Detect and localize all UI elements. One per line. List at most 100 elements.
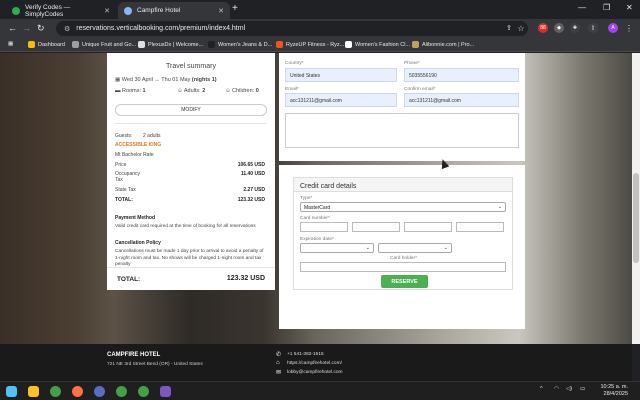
divider [115, 123, 267, 124]
extension-gray-icon[interactable]: ◆ [554, 23, 564, 33]
child-icon: ☺ [225, 88, 231, 94]
minimize-icon[interactable]: — [578, 3, 586, 12]
tab-verify-codes[interactable]: Verify Codes — SimplyCodes ✕ [6, 2, 116, 19]
tab-campfire-hotel[interactable]: Campfire Hotel ✕ [118, 2, 230, 19]
close-tab-icon[interactable]: ✕ [104, 7, 110, 15]
phone-input[interactable]: 5035556190 [404, 68, 519, 82]
profile-avatar[interactable]: A [608, 23, 618, 33]
footer-email[interactable]: ✉ lobby@campfirehotel.com [276, 369, 343, 376]
firefox-icon[interactable] [72, 386, 83, 397]
modify-button[interactable]: MODIFY [115, 104, 267, 116]
email-label: Email* [285, 87, 299, 92]
tax-label: Tax [115, 177, 123, 183]
card-number-part-4[interactable] [456, 222, 504, 232]
children-info: ☺ Children: 0 [225, 88, 259, 94]
expiration-month-select[interactable]: ⌄ [300, 243, 374, 253]
battery-icon[interactable]: ▭ [580, 386, 585, 392]
price-value: 106.65 USD [237, 162, 265, 168]
discord-icon[interactable] [94, 386, 105, 397]
bed-icon: ▬ [115, 88, 121, 94]
country-label: Country* [285, 61, 304, 66]
volume-icon[interactable]: ◁) [566, 386, 572, 392]
bookmark-womens-fashion[interactable]: Women's Fashion Cl... [345, 41, 410, 48]
footer-phone[interactable]: ✆ +1 541-382-1515 [276, 351, 324, 358]
adults-count: 2 [202, 88, 206, 94]
notes-textarea[interactable] [285, 113, 519, 148]
site-info-icon[interactable]: ⚙ [64, 25, 70, 33]
email-input[interactable]: acc131211@gmail.com [285, 93, 397, 107]
card-holder-input[interactable] [300, 262, 506, 272]
site-icon [208, 41, 215, 48]
card-number-part-2[interactable] [352, 222, 400, 232]
reload-icon[interactable]: ↻ [37, 23, 45, 34]
close-window-icon[interactable]: ✕ [626, 3, 633, 12]
total-value: 123.32 USD [226, 275, 265, 282]
credit-card-title: Credit card details [300, 183, 357, 190]
chrome-profile-icon[interactable] [116, 386, 127, 397]
rate-name: Mt Bachelor Rate [115, 152, 154, 158]
sidebar-icon[interactable]: ▯ [588, 23, 598, 33]
browser-tab-bar: Verify Codes — SimplyCodes ✕ Campfire Ho… [0, 0, 640, 19]
bookmark-ryzeup[interactable]: RyzeUP Fitness - Ryz... [276, 41, 344, 48]
wifi-icon[interactable]: ◠ [554, 386, 559, 392]
rooms-count: 1 [142, 88, 146, 94]
bookmark-star-icon[interactable]: ☆ [516, 23, 526, 33]
extension-red-icon[interactable]: 88 [538, 23, 548, 33]
bookmark-dashboard[interactable]: Dashboard [28, 41, 65, 48]
guests-value: 2 adults [143, 133, 161, 139]
url-bar[interactable]: ⚙ reservations.verticalbooking.com/premi… [56, 21, 528, 36]
extension-puzzle-icon[interactable]: ✚ [570, 23, 580, 33]
bookmark-plexusdx[interactable]: PlexusDx | Welcome... [138, 41, 203, 48]
windows-start-icon[interactable] [6, 386, 17, 397]
chrome-icon[interactable] [50, 386, 61, 397]
cancellation-title: Cancellation Policy [115, 240, 161, 246]
chevron-down-icon: ⌄ [365, 245, 370, 251]
new-tab-icon[interactable]: + [232, 3, 238, 14]
chevron-down-icon: ⌄ [497, 204, 502, 210]
page-viewport: Travel summary ▦ Wed 30 April → Thu 01 M… [0, 53, 632, 344]
chrome-profile-2-icon[interactable] [138, 386, 149, 397]
room-type: ACCESSIBLE KING [115, 142, 162, 148]
card-type-select[interactable]: MasterCard ⌄ [300, 202, 506, 212]
state-tax-label: State Tax [115, 187, 136, 193]
forward-icon[interactable]: → [22, 23, 31, 33]
windows-taskbar: ^ ◠ ◁) ▭ 10:25 a. m. 28/4/2025 [0, 381, 640, 400]
app-icon[interactable] [160, 386, 171, 397]
menu-kebab-icon[interactable]: ⋮ [624, 23, 634, 33]
link-icon: ⌂ [276, 360, 280, 366]
card-number-part-3[interactable] [404, 222, 452, 232]
mail-icon: ✉ [276, 370, 282, 376]
guests-label: Guests: [115, 133, 133, 139]
share-icon[interactable]: ⇪ [504, 23, 514, 33]
site-icon [276, 41, 283, 48]
scrollbar-thumb[interactable] [633, 173, 639, 263]
maximize-icon[interactable]: ❐ [603, 3, 610, 12]
total-label: TOTAL: [117, 276, 141, 283]
folder-icon [28, 41, 35, 48]
confirm-email-input[interactable]: acc131211@gmail.com [404, 93, 519, 107]
footer-hotel-name: CAMPFIRE HOTEL [107, 352, 161, 358]
site-icon [345, 41, 352, 48]
bookmark-unique-fruit[interactable]: Unique Fruit and Go... [72, 41, 136, 48]
price-label: Price [115, 162, 127, 168]
system-clock[interactable]: 10:25 a. m. 28/4/2025 [600, 384, 628, 398]
country-select[interactable]: United States [285, 68, 397, 82]
subtotal-value: 123.32 USD [237, 197, 265, 203]
url-text: reservations.verticalbooking.com/premium… [76, 25, 246, 32]
bookmark-alibonnie[interactable]: Alibonnie.com | Pro... [412, 41, 474, 48]
bookmark-womens-jeans[interactable]: Women's Jeans & D... [208, 41, 272, 48]
tray-chevron-icon[interactable]: ^ [540, 386, 543, 392]
tab-label: Campfire Hotel [137, 7, 181, 14]
file-explorer-icon[interactable] [28, 386, 39, 397]
footer-website[interactable]: ⌂ https://campfirehotel.com/ [276, 360, 342, 366]
back-icon[interactable]: ← [8, 23, 17, 33]
children-count: 0 [255, 88, 259, 94]
address-bar-row: ← → ↻ ⚙ reservations.verticalbooking.com… [0, 19, 640, 38]
reserve-button[interactable]: RESERVE [381, 275, 428, 288]
close-tab-icon[interactable]: ✕ [218, 7, 224, 15]
chevron-down-icon: ⌄ [443, 245, 448, 251]
apps-grid-icon[interactable]: ▦ [8, 41, 13, 47]
card-number-part-1[interactable] [300, 222, 348, 232]
page-scrollbar[interactable] [632, 53, 640, 344]
expiration-year-select[interactable]: ⌄ [378, 243, 452, 253]
